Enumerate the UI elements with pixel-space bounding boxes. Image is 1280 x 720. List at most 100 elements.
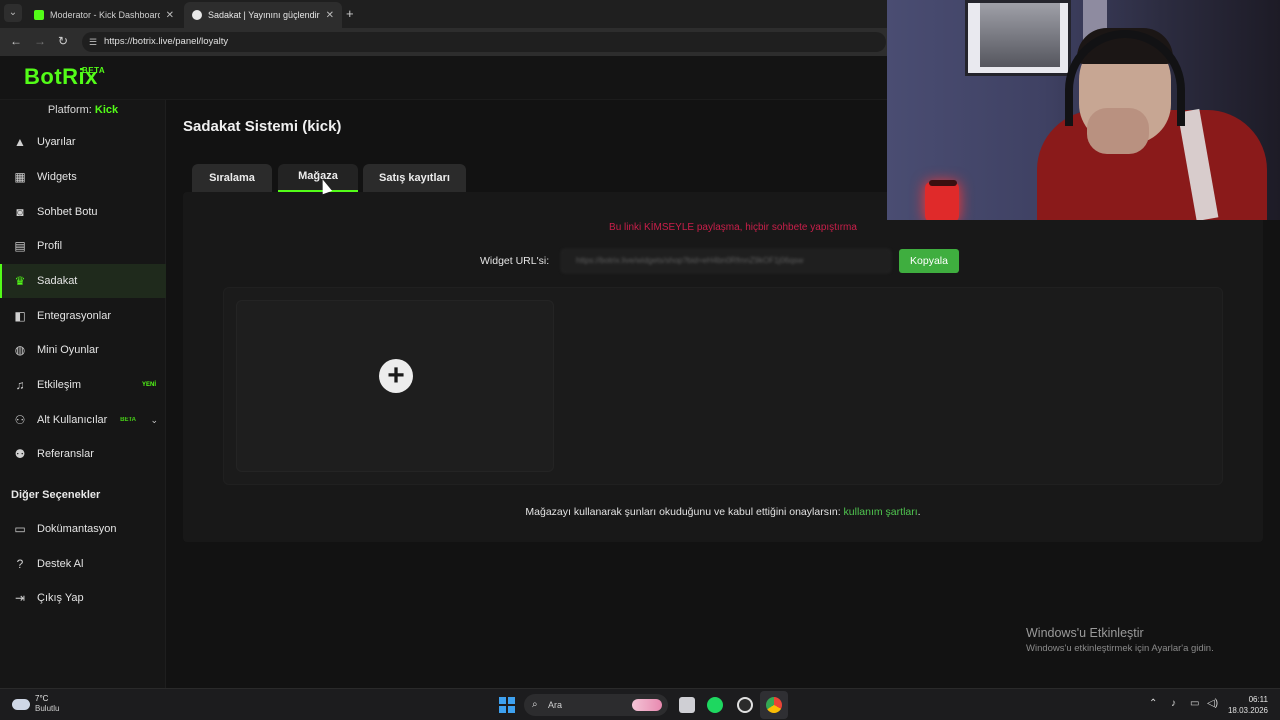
new-tab-icon[interactable]: + — [346, 6, 354, 21]
logout-icon: ⇥ — [14, 591, 26, 605]
activation-subtitle: Windows'u etkinleştirmek için Ayarlar'a … — [1026, 643, 1214, 654]
new-badge: YENİ — [141, 382, 156, 388]
users-icon: ⚇ — [14, 413, 26, 427]
forward-arrow-icon[interactable]: → — [34, 34, 46, 48]
sidebar-item-etkilesim[interactable]: ♫ Etkileşim YENİ — [0, 368, 166, 402]
sidebar-item-referanslar[interactable]: ⚉ Referanslar — [0, 437, 166, 471]
sidebar-item-sadakat[interactable]: ♛ Sadakat — [0, 264, 166, 298]
store-panel: Bu linki KİMSEYLE paylaşma, hiçbir sohbe… — [183, 192, 1263, 542]
microphone-tray-icon[interactable]: ♪ — [1171, 698, 1176, 709]
beta-badge: BETA — [120, 417, 136, 423]
sidebar-item-sohbet-botu[interactable]: ◙ Sohbet Botu — [0, 195, 166, 229]
sidebar-item-profil[interactable]: ▤ Profil — [0, 229, 166, 263]
microphone-cap — [929, 180, 957, 186]
windows-start-icon[interactable] — [499, 697, 515, 713]
reload-icon[interactable]: ↻ — [58, 34, 68, 48]
sidebar-item-label: Uyarılar — [37, 136, 76, 148]
weather-condition: Bulutlu — [35, 704, 60, 713]
weather-widget[interactable]: 7°C Bulutlu — [12, 694, 59, 714]
chevron-down-icon[interactable]: ⌄ — [150, 415, 158, 426]
sidebar-item-entegrasyonlar[interactable]: ◧ Entegrasyonlar — [0, 299, 166, 333]
sidebar-item-label: Alt Kullanıcılar — [37, 414, 108, 426]
streamer-hand — [1087, 108, 1149, 154]
task-view-icon[interactable] — [679, 697, 695, 713]
botrix-favicon-icon — [192, 10, 202, 20]
widget-url-label: Widget URL'si: — [480, 255, 550, 267]
chrome-icon[interactable] — [766, 697, 782, 713]
robot-icon: ◙ — [16, 205, 24, 219]
sidebar-item-mini-oyunlar[interactable]: ◍ Mini Oyunlar — [0, 333, 166, 367]
back-arrow-icon[interactable]: ← — [10, 34, 22, 48]
tab-title: Moderator - Kick Dashboard — [50, 10, 160, 20]
tray-overflow-chevron-icon[interactable]: ⌃ — [1149, 698, 1157, 709]
sidebar-item-label: Referanslar — [37, 448, 94, 460]
screen: ⌄ Moderator - Kick Dashboard ✕ Sadakat |… — [0, 0, 1280, 720]
sidebar-item-label: Entegrasyonlar — [37, 310, 111, 322]
search-placeholder: Ara — [548, 700, 563, 710]
system-clock[interactable]: 06:11 18.03.2026 — [1228, 694, 1268, 716]
sidebar-item-destek-al[interactable]: ? Destek Al — [0, 547, 166, 581]
microphone — [925, 182, 959, 220]
obs-icon[interactable] — [737, 697, 753, 713]
help-icon: ? — [16, 557, 24, 571]
sidebar: Platform: Kick ▲ Uyarılar ▦ Widgets ◙ So… — [0, 100, 166, 688]
terms-suffix: . — [917, 506, 921, 518]
browser-tab-sadakat[interactable]: Sadakat | Yayınını güçlendirmek ✕ — [184, 2, 342, 28]
close-tab-icon[interactable]: ✕ — [326, 10, 334, 21]
search-icon: ⌕ — [532, 699, 538, 710]
site-info-icon[interactable]: ☰ — [89, 32, 97, 52]
logo-beta-badge: BETA — [82, 66, 106, 75]
sidebar-item-label: Profil — [37, 240, 63, 252]
sidebar-item-label: Widgets — [37, 171, 77, 183]
platform-label: Platform: — [47, 104, 92, 116]
sidebar-item-alt-kullanicilar[interactable]: ⚇ Alt Kullanıcılar BETA ⌄ — [0, 403, 166, 437]
add-item-card[interactable]: + — [236, 300, 554, 472]
other-options-heading: Diğer Seçenekler — [11, 489, 101, 501]
docs-icon: ▭ — [14, 522, 26, 536]
taskbar-search[interactable]: ⌕ Ara — [524, 694, 668, 716]
gamepad-icon: ◍ — [14, 343, 26, 357]
sidebar-item-label: Destek Al — [37, 558, 84, 570]
botrix-logo[interactable]: BotRix BETA — [24, 64, 105, 90]
wall-picture-frame — [965, 0, 1071, 76]
security-warning: Bu linki KİMSEYLE paylaşma, hiçbir sohbe… — [609, 222, 857, 233]
sidebar-item-label: Etkileşim — [37, 379, 82, 391]
sidebar-item-label: Çıkış Yap — [37, 592, 84, 604]
close-tab-icon[interactable]: ✕ — [166, 10, 174, 21]
windows-activation-watermark: Windows'u Etkinleştir Windows'u etkinleş… — [1026, 626, 1214, 654]
tab-siralama[interactable]: Sıralama — [192, 164, 272, 192]
url-text: https://botrix.live/panel/loyalty — [104, 36, 229, 47]
volume-icon[interactable]: ◁) — [1207, 698, 1218, 709]
store-items-area: + — [223, 287, 1223, 485]
widget-url-field[interactable]: https://botrix.live/widgets/shop?bid=eH4… — [561, 249, 891, 273]
picture-content — [980, 3, 1060, 67]
sidebar-item-label: Dokümantasyon — [37, 523, 117, 535]
clock-date: 18.03.2026 — [1227, 706, 1268, 715]
browser-tab-kick-dashboard[interactable]: Moderator - Kick Dashboard ✕ — [26, 2, 182, 28]
profile-card-icon: ▤ — [14, 239, 26, 253]
terms-link[interactable]: kullanım şartları — [844, 506, 918, 518]
sidebar-item-uyarilar[interactable]: ▲ Uyarılar — [0, 125, 166, 159]
weather-temperature: 7°C — [35, 694, 49, 703]
plus-circle-icon[interactable]: + — [379, 359, 413, 393]
terms-text: Mağazayı kullanarak şunları okuduğunu ve… — [525, 506, 841, 518]
cloud-icon — [12, 698, 30, 710]
sidebar-item-cikis-yap[interactable]: ⇥ Çıkış Yap — [0, 581, 166, 615]
sidebar-item-widgets[interactable]: ▦ Widgets — [0, 160, 166, 194]
sidebar-item-label: Sadakat — [37, 275, 78, 287]
trophy-icon: ♛ — [14, 274, 26, 288]
address-bar[interactable]: ☰ https://botrix.live/panel/loyalty — [82, 32, 886, 52]
page-title: Sadakat Sistemi (kick) — [183, 118, 342, 135]
network-icon[interactable]: ▭ — [1190, 698, 1199, 709]
tab-satis-kayitlari[interactable]: Satış kayıtları — [363, 164, 466, 192]
tab-magaza[interactable]: Mağaza — [278, 164, 358, 192]
windows-taskbar: 7°C Bulutlu ⌕ Ara ⌃ ♪ ▭ ◁) 06:11 18.03.2… — [0, 688, 1280, 720]
widgets-icon: ▦ — [14, 170, 26, 184]
warning-icon: ▲ — [14, 135, 26, 149]
spotify-icon[interactable] — [707, 697, 723, 713]
copy-button[interactable]: Kopyala — [899, 249, 959, 273]
kick-favicon-icon — [34, 10, 44, 20]
clock-time: 06:11 — [1248, 695, 1268, 704]
tab-search-button[interactable]: ⌄ — [4, 4, 22, 22]
sidebar-item-dokumantasyon[interactable]: ▭ Dokümantasyon — [0, 512, 166, 546]
